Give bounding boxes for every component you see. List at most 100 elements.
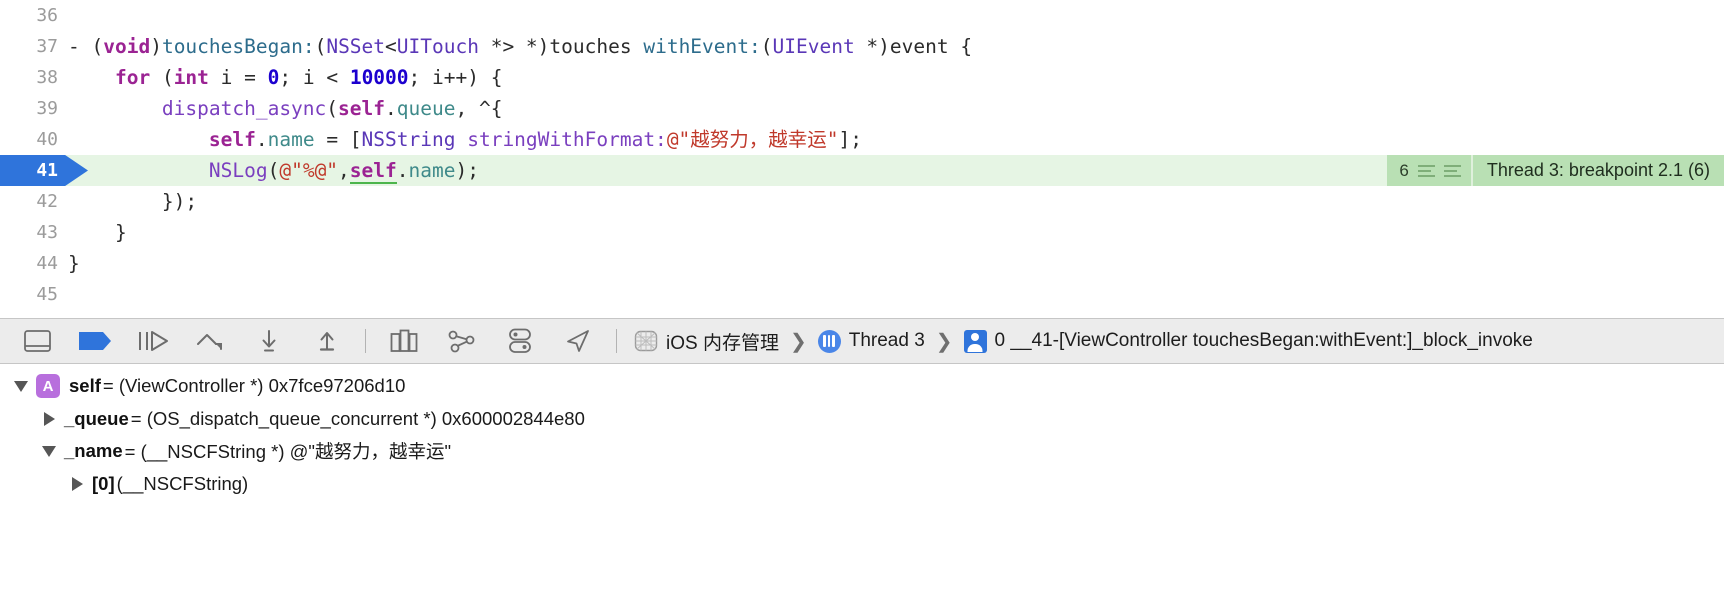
code-token: *) xyxy=(854,35,890,58)
code-token: ) xyxy=(150,35,162,58)
panel-toggle-icon xyxy=(23,330,51,352)
code-line[interactable]: 45 xyxy=(0,279,1724,310)
code-token: ( xyxy=(326,97,339,120)
deactivate-breakpoints-button[interactable] xyxy=(66,320,124,362)
variable-value: = (OS_dispatch_queue_concurrent *) 0x600… xyxy=(130,407,585,429)
code-line[interactable]: 38 for (int i = 0; i < 10000; i++) { xyxy=(0,62,1724,93)
code-token: i = xyxy=(208,66,268,89)
code-line[interactable]: 41 NSLog(@"%@",self.name); 6 Thread 3: bre… xyxy=(0,155,1724,186)
breakpoint-message[interactable]: Thread 3: breakpoint 2.1 (6) xyxy=(1472,155,1724,186)
code-token: ( xyxy=(314,35,327,58)
memory-graph-button[interactable] xyxy=(433,320,491,362)
code-token: NSSet xyxy=(326,35,386,58)
line-number: 43 xyxy=(36,222,58,243)
code-token: ]; xyxy=(838,128,863,151)
breadcrumb-label: Thread 3 xyxy=(848,330,925,351)
variable-name: _queue xyxy=(64,407,129,429)
variable-row[interactable]: _name = (__NSCFString *) @"越努力，越幸运" xyxy=(0,435,1724,468)
source-code-editor[interactable]: 36 37- (void)touchesBegan:(NSSet<UITouch … xyxy=(0,0,1724,318)
variable-row[interactable]: _queue = (OS_dispatch_queue_concurrent *… xyxy=(0,403,1724,436)
breakpoint-flag-icon xyxy=(78,332,111,350)
code-token: = [ xyxy=(314,128,362,151)
code-token: ( xyxy=(267,159,280,182)
code-token: for xyxy=(114,66,151,89)
code-text: self.name = [NSString stringWithFormat:@… xyxy=(68,124,1724,155)
thread-annotation[interactable]: 6 Thread 3: breakpoint 2.1 (6) xyxy=(1387,155,1724,186)
step-over-button[interactable] xyxy=(182,320,240,362)
breadcrumb-item-1[interactable]: iOS 内存管理 xyxy=(632,328,781,355)
code-token: } xyxy=(68,221,127,244)
toggle-debug-area-button[interactable] xyxy=(8,320,66,362)
code-token: NSString xyxy=(361,128,456,151)
code-line[interactable]: 44} xyxy=(0,248,1724,279)
code-token: < xyxy=(385,35,397,58)
variable-row[interactable]: [0] (__NSCFString) xyxy=(0,468,1724,501)
process-grid-icon xyxy=(634,329,658,353)
variable-name: self xyxy=(69,375,101,397)
code-token: void xyxy=(103,35,151,58)
variable-value: = (__NSCFString *) @"越努力，越幸运" xyxy=(124,441,452,463)
list-lines-icon[interactable] xyxy=(1417,164,1435,177)
code-token: ; i < xyxy=(279,66,350,89)
breadcrumb-item-3[interactable]: 0 __41-[ViewController touchesBegan:with… xyxy=(962,329,1535,353)
line-number: 39 xyxy=(36,98,58,119)
view-hierarchy-icon xyxy=(390,329,418,352)
code-token: stringWithFormat: xyxy=(467,128,667,151)
code-text: } xyxy=(68,248,1724,279)
code-line[interactable]: 42 }); xyxy=(0,186,1724,217)
code-line[interactable]: 43 } xyxy=(0,217,1724,248)
environment-overrides-button[interactable] xyxy=(491,320,549,362)
memory-graph-icon xyxy=(448,330,475,353)
step-over-icon xyxy=(197,334,222,350)
code-token: touches xyxy=(549,35,644,58)
location-arrow-icon xyxy=(567,330,589,352)
code-token: }); xyxy=(68,190,198,213)
annotation-count[interactable]: 6 xyxy=(1387,155,1471,186)
code-line[interactable]: 40 self.name = [NSString stringWithForma… xyxy=(0,124,1724,155)
breadcrumb-chevron-icon: ❯ xyxy=(789,330,807,353)
debug-breadcrumb[interactable]: iOS 内存管理 ❯ Thread 3 ❯ 0 __41-[ViewController… xyxy=(632,328,1535,355)
code-token: withEvent: xyxy=(643,35,761,58)
line-number: 38 xyxy=(36,67,58,88)
code-text: - (void)touchesBegan:(NSSet<UITouch *> *… xyxy=(68,31,1724,62)
variable-type-badge: A xyxy=(36,374,60,399)
code-token: event { xyxy=(889,35,973,58)
code-token: . xyxy=(396,159,409,182)
code-token: , ^{ xyxy=(455,97,503,120)
code-token: name xyxy=(408,159,456,182)
variables-view[interactable]: Aself = (ViewController *) 0x7fce97206d1… xyxy=(0,364,1724,598)
continue-icon xyxy=(138,331,168,351)
variable-value: = (ViewController *) 0x7fce97206d10 xyxy=(102,375,406,397)
annotation-count-value: 6 xyxy=(1399,161,1409,180)
code-line[interactable]: 39 dispatch_async(self.queue, ^{ xyxy=(0,93,1724,124)
view-hierarchy-button[interactable] xyxy=(375,320,433,362)
continue-button[interactable] xyxy=(124,320,182,362)
code-token: dispatch_async xyxy=(161,97,327,120)
disclosure-triangle-closed-icon[interactable] xyxy=(40,411,58,426)
list-lines-icon-2[interactable] xyxy=(1443,164,1461,177)
code-token: - ( xyxy=(68,35,104,58)
step-out-button[interactable] xyxy=(298,320,356,362)
line-number: 44 xyxy=(36,253,58,274)
code-line[interactable]: 37- (void)touchesBegan:(NSSet<UITouch *>… xyxy=(0,31,1724,62)
step-into-button[interactable] xyxy=(240,320,298,362)
variable-name: [0] xyxy=(92,472,115,494)
toolbar-separator-2 xyxy=(616,329,617,353)
disclosure-triangle-open-icon[interactable] xyxy=(12,380,30,392)
breadcrumb-item-2[interactable]: Thread 3 xyxy=(816,329,927,353)
code-line[interactable]: 36 xyxy=(0,0,1724,31)
disclosure-triangle-closed-icon[interactable] xyxy=(68,476,86,491)
debug-toolbar[interactable]: iOS 内存管理 ❯ Thread 3 ❯ 0 __41-[ViewController… xyxy=(0,318,1724,364)
code-token: ; i++) { xyxy=(408,66,503,89)
breadcrumb-label: iOS 内存管理 xyxy=(666,332,779,354)
code-token: name xyxy=(267,128,315,151)
line-number: 41 xyxy=(36,160,58,181)
variable-row[interactable]: Aself = (ViewController *) 0x7fce97206d1… xyxy=(0,370,1724,403)
code-token: *> *) xyxy=(478,35,550,58)
line-number: 40 xyxy=(36,129,58,150)
disclosure-triangle-open-icon[interactable] xyxy=(40,445,58,457)
simulate-location-button[interactable] xyxy=(549,320,607,362)
line-number: 37 xyxy=(36,36,58,57)
